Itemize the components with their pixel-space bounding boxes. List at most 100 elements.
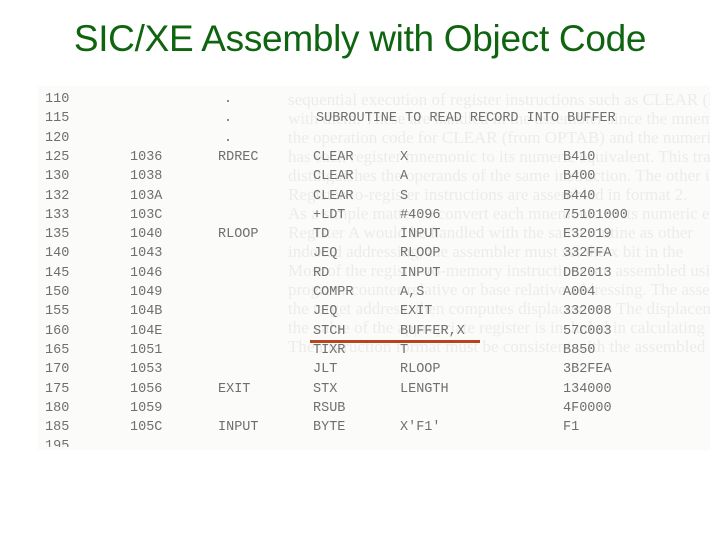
listing-row: 165 1051 TIXR T B850 xyxy=(38,343,710,362)
line-number: 165 xyxy=(45,342,70,358)
opcode: BYTE xyxy=(313,420,346,436)
operand: INPUT xyxy=(400,265,441,281)
object-code: B410 xyxy=(563,149,596,165)
listing-row: 170 1053 JLT RLOOP 3B2FEA xyxy=(38,362,710,381)
object-code: B850 xyxy=(563,342,596,358)
opcode: RSUB xyxy=(313,400,346,416)
object-code: 75101000 xyxy=(563,207,628,223)
location-counter: 103C xyxy=(130,207,163,223)
object-code: 332FFA xyxy=(563,246,612,262)
line-number: 132 xyxy=(45,188,70,204)
line-number: 110 xyxy=(45,92,70,107)
line-number: 115 xyxy=(45,111,70,127)
line-number: 125 xyxy=(45,149,70,165)
object-code: B400 xyxy=(563,169,596,185)
comment-dot: . xyxy=(224,92,233,107)
operand: LENGTH xyxy=(400,381,449,397)
listing-row: 120. xyxy=(38,131,710,150)
opcode: TIXR xyxy=(313,342,346,358)
listing-row: 132 103A CLEAR S B440 xyxy=(38,189,710,208)
listing-row: 140 1043 JEQ RLOOP 332FFA xyxy=(38,246,710,265)
line-number: 160 xyxy=(45,323,70,339)
object-code: 3B2FEA xyxy=(563,362,612,378)
operand: X'F1' xyxy=(400,420,441,436)
operand: BUFFER,X xyxy=(400,323,465,339)
location-counter: 105C xyxy=(130,420,163,436)
location-counter: 1038 xyxy=(130,169,163,185)
line-number: 120 xyxy=(45,130,70,146)
line-number: 185 xyxy=(45,420,70,436)
operand: #4096 xyxy=(400,207,441,223)
listing-row: 130 1038 CLEAR A B400 xyxy=(38,169,710,188)
line-number: 140 xyxy=(45,246,70,262)
listing-row: 115. SUBROUTINE TO READ RECORD INTO BUFFE… xyxy=(38,111,710,130)
label: INPUT xyxy=(218,420,259,436)
opcode: JEQ xyxy=(313,246,338,262)
listing-row: 150 1049 COMPR A,S A004 xyxy=(38,285,710,304)
comment-dot: . xyxy=(224,130,233,146)
opcode: +LDT xyxy=(313,207,346,223)
location-counter: 1056 xyxy=(130,381,163,397)
object-code: B440 xyxy=(563,188,596,204)
slide-title: SIC/XE Assembly with Object Code xyxy=(73,18,647,59)
label: EXIT xyxy=(218,381,251,397)
listing-row: 180 1059 RSUB 4F0000 xyxy=(38,401,710,420)
line-number: 150 xyxy=(45,285,70,300)
location-counter: 1043 xyxy=(130,246,163,262)
object-code: 332008 xyxy=(563,304,612,320)
opcode: COMPR xyxy=(313,285,354,300)
operand: A,S xyxy=(400,285,425,300)
operand: EXIT xyxy=(400,304,433,320)
opcode: TD xyxy=(313,227,330,243)
object-code: E32019 xyxy=(563,227,612,243)
opcode: STCH xyxy=(313,323,346,339)
listing-row: 185 105C INPUT BYTE X'F1' F1 xyxy=(38,420,710,439)
listing-row: 110. xyxy=(38,92,710,111)
line-number: 133 xyxy=(45,207,70,223)
operand: T xyxy=(400,342,409,358)
label: RLOOP xyxy=(218,227,259,243)
operand: A xyxy=(400,169,409,185)
listing-row: 135 1040 RLOOP TD INPUT E32019 xyxy=(38,227,710,246)
location-counter: 1049 xyxy=(130,285,163,300)
listing-row: 145 1046 RD INPUT DB2013 xyxy=(38,266,710,285)
listing-row: 155 104B JEQ EXIT 332008 xyxy=(38,304,710,323)
comment-dot: . xyxy=(224,111,233,127)
location-counter: 1036 xyxy=(130,149,163,165)
opcode: CLEAR xyxy=(313,149,354,165)
line-number: 195 xyxy=(45,439,70,448)
operand: INPUT xyxy=(400,227,441,243)
object-code: A004 xyxy=(563,285,596,300)
opcode: RD xyxy=(313,265,330,281)
line-number: 175 xyxy=(45,381,70,397)
location-counter: 1059 xyxy=(130,400,163,416)
object-code: DB2013 xyxy=(563,265,612,281)
object-code: F1 xyxy=(563,420,580,436)
operand: S xyxy=(400,188,409,204)
label: RDREC xyxy=(218,149,259,165)
object-code: 134000 xyxy=(563,381,612,397)
scanned-listing: sequential execution of register instruc… xyxy=(38,86,710,450)
location-counter: 1051 xyxy=(130,342,163,358)
location-counter: 104E xyxy=(130,323,163,339)
line-number: 180 xyxy=(45,400,70,416)
line-number: 170 xyxy=(45,362,70,378)
comment-text: SUBROUTINE TO READ RECORD INTO BUFFER xyxy=(316,111,616,127)
listing-row: 195 xyxy=(38,439,710,447)
listing-row: 133 103C +LDT #4096 75101000 xyxy=(38,208,710,227)
object-code: 4F0000 xyxy=(563,400,612,416)
location-counter: 104B xyxy=(130,304,163,320)
opcode: CLEAR xyxy=(313,169,354,185)
location-counter: 1046 xyxy=(130,265,163,281)
opcode: CLEAR xyxy=(313,188,354,204)
operand: RLOOP xyxy=(400,246,441,262)
highlight-underline xyxy=(310,340,480,343)
listing-row: 125 1036 RDREC CLEAR X B410 xyxy=(38,150,710,169)
location-counter: 1040 xyxy=(130,227,163,243)
object-code: 57C003 xyxy=(563,323,612,339)
line-number: 155 xyxy=(45,304,70,320)
operand: RLOOP xyxy=(400,362,441,378)
operand: X xyxy=(400,149,409,165)
line-number: 130 xyxy=(45,169,70,185)
opcode: JEQ xyxy=(313,304,338,320)
